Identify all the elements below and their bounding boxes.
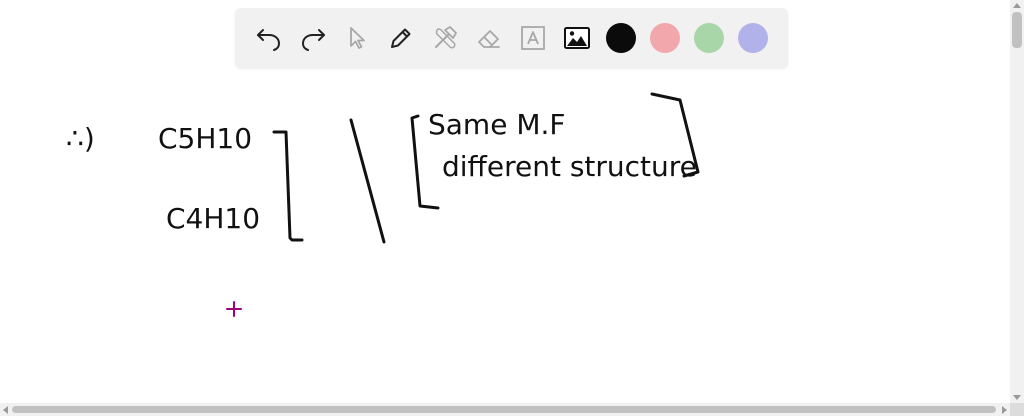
- text-box-icon: [521, 26, 545, 50]
- vertical-scrollbar[interactable]: [1010, 0, 1024, 403]
- formula-c4h10: C4H10: [166, 202, 260, 235]
- color-green-button[interactable]: [687, 16, 731, 60]
- tools-button[interactable]: [423, 16, 467, 60]
- color-swatch-purple: [738, 23, 768, 53]
- bullet-mark: ∴): [66, 122, 95, 155]
- drawing-toolbar: [235, 8, 788, 68]
- undo-button[interactable]: [247, 16, 291, 60]
- color-purple-button[interactable]: [731, 16, 775, 60]
- color-swatch-black: [606, 23, 636, 53]
- color-black-button[interactable]: [599, 16, 643, 60]
- horizontal-scroll-thumb[interactable]: [12, 406, 996, 413]
- horizontal-scrollbar[interactable]: [0, 403, 1010, 416]
- redo-button[interactable]: [291, 16, 335, 60]
- note-different-structure: different structure: [442, 150, 697, 183]
- undo-icon: [257, 29, 281, 51]
- scrollbar-corner: [1010, 403, 1024, 416]
- scroll-left-arrow-icon[interactable]: [3, 406, 8, 414]
- formula-c5h10: C5H10: [158, 122, 252, 155]
- select-arrow-icon: [350, 27, 365, 49]
- eraser-button[interactable]: [467, 16, 511, 60]
- redo-icon: [301, 29, 325, 51]
- note-same-mf: Same M.F: [428, 108, 566, 141]
- select-button[interactable]: [335, 16, 379, 60]
- scroll-down-arrow-icon[interactable]: [1013, 395, 1021, 400]
- image-button[interactable]: [555, 16, 599, 60]
- right-bracket: [272, 130, 304, 242]
- image-icon: [564, 27, 590, 49]
- hammer-wrench-icon: [435, 26, 457, 49]
- scroll-up-arrow-icon[interactable]: [1013, 3, 1021, 8]
- color-red-button[interactable]: [643, 16, 687, 60]
- divider-stroke: [349, 118, 386, 244]
- color-swatch-green: [694, 23, 724, 53]
- crosshair-cursor: [226, 301, 242, 317]
- pen-icon: [391, 28, 411, 48]
- pen-button[interactable]: [379, 16, 423, 60]
- scroll-right-arrow-icon[interactable]: [1002, 406, 1007, 414]
- vertical-scroll-thumb[interactable]: [1012, 12, 1022, 48]
- eraser-icon: [478, 30, 500, 48]
- text-button[interactable]: [511, 16, 555, 60]
- color-swatch-red: [650, 23, 680, 53]
